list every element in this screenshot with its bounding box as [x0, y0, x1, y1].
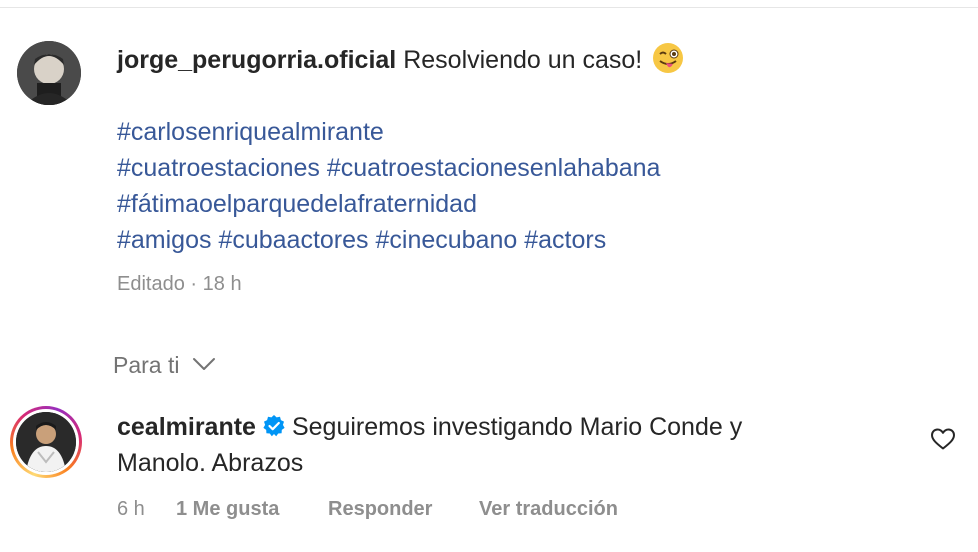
chevron-down-icon: [192, 350, 216, 377]
hashtag-line[interactable]: #fátimaoelparquedelafraternidad: [117, 187, 477, 221]
avatar-photo: [17, 41, 81, 105]
comment-text: Seguiremos investigando Mario Conde y: [291, 413, 743, 441]
avatar-photo: [16, 412, 76, 472]
post-time[interactable]: 18 h: [203, 273, 242, 295]
avatar[interactable]: [16, 412, 76, 472]
see-translation-button[interactable]: Ver traducción: [479, 498, 618, 521]
edited-label: Editado: [117, 273, 185, 295]
reply-button[interactable]: Responder: [328, 498, 432, 521]
divider: [0, 7, 978, 8]
comments-filter-dropdown[interactable]: Para ti: [113, 350, 216, 379]
story-ring[interactable]: [10, 406, 82, 478]
separator: ·: [190, 273, 198, 295]
hashtag-line[interactable]: #carlosenriquealmirante: [117, 115, 384, 149]
comments-panel: jorge_perugorria.oficial Resolviendo un …: [0, 0, 978, 552]
winking-face-with-tongue-icon: [652, 42, 684, 83]
verified-badge-icon: [262, 413, 286, 447]
post-username[interactable]: jorge_perugorria.oficial: [117, 46, 396, 74]
post-meta: Editado · 18 h: [117, 273, 242, 296]
comment-username[interactable]: cealmirante: [117, 413, 256, 441]
hashtag-line[interactable]: #amigos #cubaactores #cinecubano #actors: [117, 223, 606, 257]
heart-icon[interactable]: [930, 427, 956, 456]
filter-label: Para ti: [113, 352, 180, 378]
comment-line: cealmirante Seguiremos investigando Mari…: [117, 410, 742, 447]
post-caption: Resolviendo un caso!: [403, 46, 643, 74]
avatar[interactable]: [17, 41, 81, 105]
likes-count-button[interactable]: 1 Me gusta: [176, 498, 279, 521]
hashtag-line[interactable]: #cuatroestaciones #cuatroestacionesenlah…: [117, 151, 660, 185]
comment-time[interactable]: 6 h: [117, 498, 145, 521]
comment-text-continued: Manolo. Abrazos: [117, 449, 304, 477]
post-caption-line: jorge_perugorria.oficial Resolviendo un …: [117, 42, 684, 83]
